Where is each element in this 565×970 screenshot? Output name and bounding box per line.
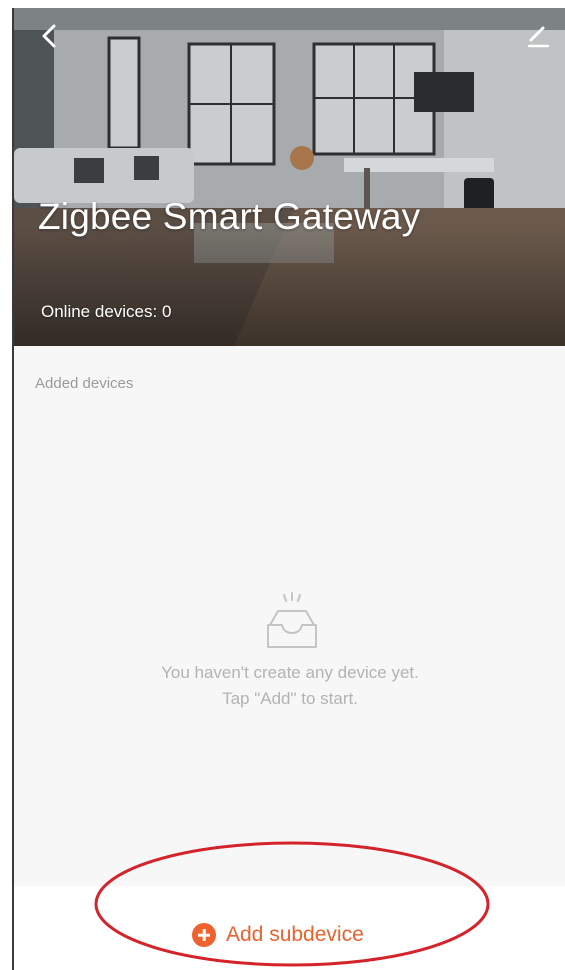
add-subdevice-label: Add subdevice	[226, 923, 364, 946]
empty-state-message: You haven't create any device yet.	[161, 663, 419, 682]
pencil-icon	[527, 26, 550, 48]
empty-inbox-icon	[267, 592, 317, 648]
chevron-left-icon	[42, 24, 56, 48]
bottom-action-bar: Add subdevice	[14, 886, 565, 970]
add-subdevice-button[interactable]: Add subdevice	[192, 920, 364, 950]
added-devices-label: Added devices	[35, 375, 134, 392]
edit-button[interactable]	[520, 18, 556, 54]
page-title: Zigbee Smart Gateway	[38, 196, 421, 237]
plus-circle-icon	[192, 923, 216, 947]
header-gradient	[14, 226, 565, 346]
empty-state-hint: Tap "Add" to start.	[222, 689, 358, 708]
online-devices-count: Online devices: 0	[41, 302, 172, 321]
back-button[interactable]	[32, 18, 68, 54]
header-background-image: Zigbee Smart Gateway Online devices: 0	[14, 8, 565, 346]
phone-screen: Zigbee Smart Gateway Online devices: 0 A…	[12, 8, 565, 970]
